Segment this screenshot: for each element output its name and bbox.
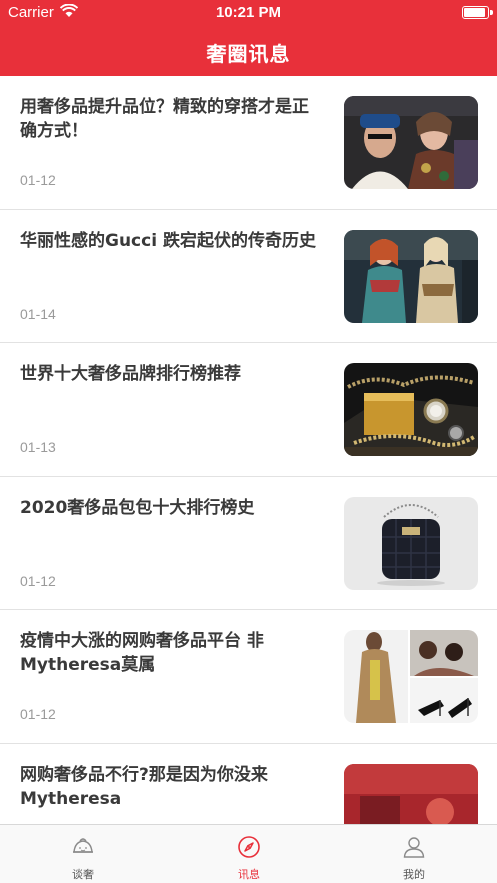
status-bar: Carrier 10:21 PM bbox=[0, 0, 497, 26]
article-list[interactable]: 用奢侈品提升品位？精致的穿搭才是正确方式！ 01-12 华丽性感的Gucci 跌… bbox=[0, 76, 497, 824]
article-date: 01-12 bbox=[20, 172, 56, 188]
article-date: 01-13 bbox=[20, 439, 56, 455]
clock: 10:21 PM bbox=[215, 4, 282, 21]
article-date: 01-12 bbox=[20, 572, 56, 589]
person-icon bbox=[403, 837, 425, 858]
article-thumbnail bbox=[344, 630, 478, 723]
article-thumbnail bbox=[344, 229, 478, 323]
article-title: 华丽性感的Gucci 跌宕起伏的传奇历史 bbox=[20, 230, 316, 251]
tab-label: 谈奢 bbox=[72, 868, 94, 881]
tab-label: 讯息 bbox=[238, 868, 260, 881]
article-thumbnail bbox=[344, 96, 478, 189]
tab-wode[interactable]: 我的 bbox=[331, 825, 497, 883]
bun-icon bbox=[73, 838, 93, 853]
article-title: 世界十大奢侈品牌排行榜推荐 bbox=[20, 364, 241, 384]
article-item[interactable]: 疫情中大涨的网购奢侈品平台 非Mytheresa莫属 01-12 bbox=[0, 610, 497, 744]
article-item[interactable]: 用奢侈品提升品位？精致的穿搭才是正确方式！ 01-12 bbox=[0, 76, 497, 210]
page-title: 奢圈讯息 bbox=[206, 42, 291, 66]
navigation-header: Carrier 10:21 PM 奢圈讯息 bbox=[0, 0, 497, 76]
tab-xunxi[interactable]: 讯息 bbox=[166, 825, 332, 883]
article-title: 2020奢侈品包包十大排行榜史 bbox=[20, 497, 255, 518]
compass-icon bbox=[238, 836, 260, 858]
tab-bar: 谈奢 讯息 我的 bbox=[0, 824, 497, 883]
battery-icon bbox=[462, 6, 489, 19]
article-item[interactable]: 网购奢侈品不行?那是因为你没来Mytheresa bbox=[0, 743, 497, 824]
article-thumbnail bbox=[344, 363, 478, 456]
tab-label: 我的 bbox=[403, 868, 425, 881]
article-thumbnail bbox=[344, 763, 478, 824]
article-date: 01-14 bbox=[20, 305, 56, 322]
article-date: 01-12 bbox=[20, 706, 56, 722]
article-item[interactable]: 世界十大奢侈品牌排行榜推荐 01-13 bbox=[0, 343, 497, 477]
tab-tanshe[interactable]: 谈奢 bbox=[0, 825, 166, 883]
article-item[interactable]: 2020奢侈品包包十大排行榜史 01-12 bbox=[0, 476, 497, 610]
article-thumbnail bbox=[344, 496, 478, 590]
article-title: 网购奢侈品不行?那是因为你没来Mytheresa bbox=[20, 764, 268, 809]
article-item[interactable]: 华丽性感的Gucci 跌宕起伏的传奇历史 01-14 bbox=[0, 209, 497, 343]
battery-cap bbox=[490, 10, 493, 15]
article-title: 用奢侈品提升品位？精致的穿搭才是正确方式！ bbox=[20, 97, 309, 141]
article-title: 疫情中大涨的网购奢侈品平台 非Mytheresa莫属 bbox=[20, 631, 264, 675]
